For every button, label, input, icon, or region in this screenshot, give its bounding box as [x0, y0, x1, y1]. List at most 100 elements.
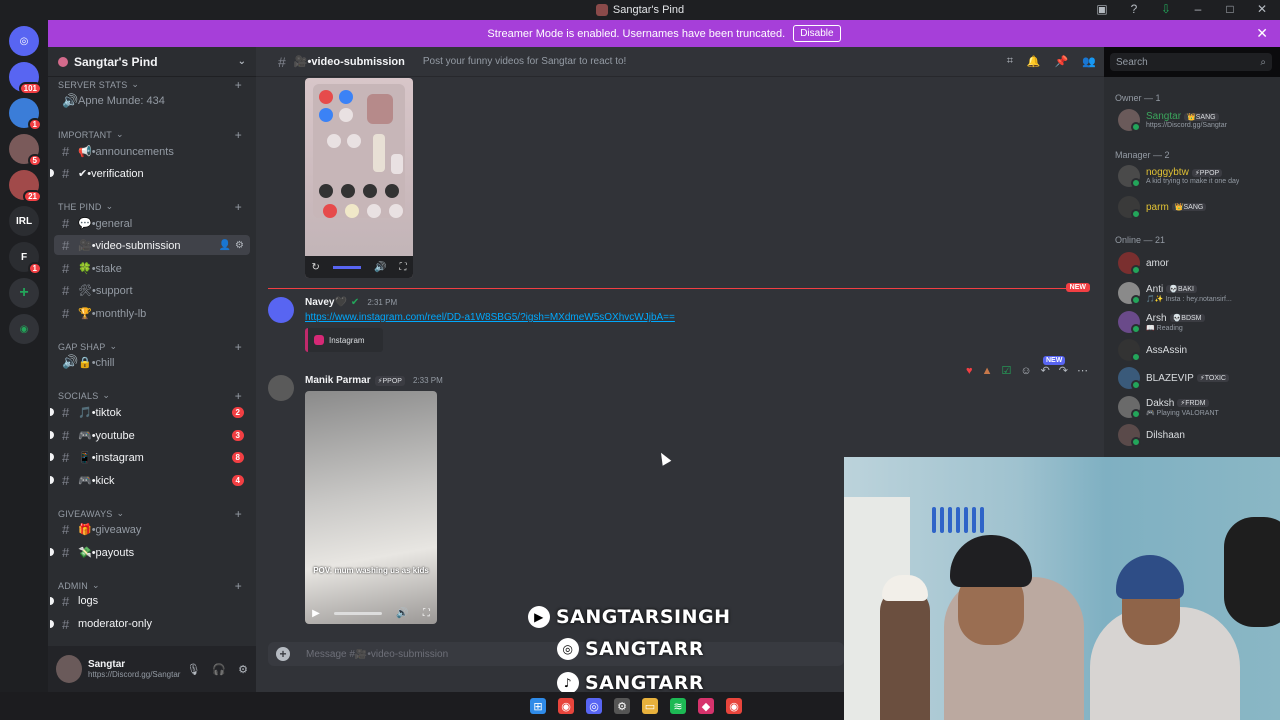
reply-icon[interactable]: ↶	[1041, 364, 1050, 377]
server-icon-1[interactable]: 1	[9, 98, 42, 131]
channel-item[interactable]: # moderator-only	[50, 614, 250, 634]
mic-icon[interactable]: 🎙	[186, 663, 200, 676]
more-icon[interactable]: ⋯	[1077, 364, 1088, 377]
member-item[interactable]: Arsh 💀BDSM 📖 Reading	[1118, 309, 1278, 335]
member-item[interactable]: Daksh ⚡FRDM 🎮 Playing VALORANT	[1118, 394, 1278, 420]
member-item[interactable]: amor	[1118, 250, 1278, 276]
channel-item[interactable]: # logs	[50, 591, 250, 611]
category-1[interactable]: IMPORTANT ⌄ +	[58, 128, 248, 142]
minimize-button[interactable]: –	[1190, 2, 1206, 16]
windows-start-icon[interactable]: ⊞	[530, 698, 546, 714]
avatar[interactable]	[56, 655, 82, 683]
fullscreen-icon[interactable]: ⛶	[399, 262, 406, 273]
video-attachment[interactable]: ↻ 🔊 ⛶	[305, 78, 413, 278]
member-item[interactable]: BLAZEVIP ⚡TOXIC	[1118, 365, 1278, 391]
category-4[interactable]: Socials ⌄ +	[58, 389, 248, 403]
close-icon[interactable]: ✕	[1256, 25, 1268, 42]
category-3[interactable]: Gap Shap ⌄ +	[58, 340, 248, 354]
category-5[interactable]: Giveaways ⌄ +	[58, 507, 248, 521]
add-channel-icon[interactable]: +	[235, 78, 242, 92]
discord-home-icon[interactable]: ◎	[9, 26, 39, 56]
channel-item[interactable]: # 🎵•tiktok 2	[50, 402, 250, 422]
category-0[interactable]: SERVER STATS ⌄ +	[58, 78, 248, 92]
member-item[interactable]: Dilshaan	[1118, 422, 1278, 448]
chrome-alt-icon[interactable]: ◉	[726, 698, 742, 714]
message-link[interactable]: https://www.instagram.com/reel/DD-a1W8SB…	[305, 312, 675, 323]
server-icon-0[interactable]: 101	[9, 62, 42, 95]
fullscreen-icon[interactable]: ⛶	[423, 608, 430, 619]
inbox-icon[interactable]: ▣	[1094, 2, 1110, 16]
gear-icon[interactable]: ⚙	[235, 240, 244, 251]
maximize-button[interactable]: □	[1222, 2, 1238, 16]
channel-item[interactable]: # 📱•instagram 8	[50, 447, 250, 467]
discover-icon[interactable]: ◉	[9, 314, 39, 344]
server-icon-2[interactable]: 5	[9, 134, 42, 167]
instagram-embed[interactable]: Instagram	[305, 328, 383, 352]
add-channel-icon[interactable]: +	[235, 200, 242, 214]
add-reaction-icon[interactable]: ☺	[1020, 365, 1031, 377]
video-attachment[interactable]: POV: mum washing us as kids ▶ 🔊 ⛶	[305, 391, 437, 624]
message-composer[interactable]: +	[268, 642, 844, 666]
add-attachment-icon[interactable]: +	[276, 647, 290, 661]
channel-item[interactable]: 🔊 Apne Munde: 434	[54, 91, 250, 111]
server-icon-5[interactable]: F1	[9, 242, 42, 275]
search-box[interactable]: ⌕	[1110, 53, 1272, 71]
threads-icon[interactable]: ⌗	[1007, 55, 1013, 68]
avatar[interactable]	[268, 375, 294, 401]
chrome-icon[interactable]: ◉	[558, 698, 574, 714]
member-item[interactable]: parm 👑SANG	[1118, 194, 1278, 220]
download-icon[interactable]: ⇩	[1158, 2, 1174, 16]
members-icon[interactable]: 👥	[1082, 55, 1096, 68]
discord-icon[interactable]: ◎	[586, 698, 602, 714]
server-icon-4[interactable]: IRL	[9, 206, 39, 236]
gear-icon[interactable]: ⚙	[238, 663, 248, 676]
volume-icon[interactable]: 🔊	[396, 608, 408, 619]
channel-item[interactable]: 🔊 🔒•chill	[54, 352, 250, 372]
member-item[interactable]: AssAssin	[1118, 337, 1278, 363]
member-item[interactable]: noggybtw ⚡PPOP A kid trying to make it one…	[1118, 163, 1278, 189]
help-icon[interactable]: ?	[1126, 2, 1142, 16]
add-channel-icon[interactable]: +	[235, 128, 242, 142]
heart-reaction-icon[interactable]: ♥	[966, 365, 973, 377]
server-header[interactable]: Sangtar's Pind ⌄	[48, 47, 256, 77]
add-channel-icon[interactable]: +	[235, 389, 242, 403]
channel-item[interactable]: # 🎁•giveaway	[54, 519, 250, 539]
spotify-icon[interactable]: ≋	[670, 698, 686, 714]
add-server-icon[interactable]: +	[9, 278, 39, 308]
channel-item[interactable]: # 📢•announcements	[54, 141, 250, 161]
folder-icon[interactable]: ▭	[642, 698, 658, 714]
volume-slider[interactable]	[332, 265, 361, 269]
disable-button[interactable]: Disable	[793, 25, 841, 42]
channel-item[interactable]: # 🏆•monthly-lb	[54, 303, 250, 323]
member-item[interactable]: Sangtar 👑SANG https://Discord.gg/Sangtar	[1118, 107, 1278, 133]
channel-item[interactable]: # 🛠•support	[54, 280, 250, 300]
app-icon[interactable]: ◆	[698, 698, 714, 714]
progress-bar[interactable]	[334, 611, 382, 615]
category-2[interactable]: The Pind ⌄ +	[58, 200, 248, 214]
channel-item[interactable]: # 💬•general	[54, 213, 250, 233]
poop-reaction-icon[interactable]: ▲	[982, 365, 993, 377]
category-6[interactable]: ADMIN ⌄ +	[58, 579, 248, 593]
channel-item[interactable]: # 🎮•kick 4	[50, 470, 250, 490]
channel-item[interactable]: # ✔•verification	[50, 163, 250, 183]
channel-item[interactable]: # 💸•payouts	[50, 542, 250, 562]
replay-icon[interactable]: ↻	[312, 262, 320, 273]
bell-icon[interactable]: 🔔	[1027, 55, 1041, 68]
server-icon-3[interactable]: 21	[9, 170, 42, 203]
check-reaction-icon[interactable]: ☑	[1001, 364, 1011, 377]
channel-item[interactable]: # 🎮•youtube 3	[50, 425, 250, 445]
message-author[interactable]: Navey🖤	[305, 297, 347, 308]
settings-icon[interactable]: ⚙	[614, 698, 630, 714]
search-input[interactable]	[1116, 56, 1246, 68]
member-item[interactable]: Anti 💀BAKI 🎵✨ Insta : hey.notansirf...	[1118, 280, 1278, 306]
volume-icon[interactable]: 🔊	[374, 262, 386, 273]
pin-icon[interactable]: 📌	[1055, 55, 1069, 68]
message-author[interactable]: Manik Parmar	[305, 375, 371, 386]
channel-item[interactable]: # 🎥•video-submission 👤 ⚙	[54, 235, 250, 255]
invite-icon[interactable]: 👤	[219, 240, 231, 251]
avatar[interactable]	[268, 297, 294, 323]
play-icon[interactable]: ▶	[312, 608, 320, 619]
close-window-button[interactable]: ✕	[1254, 2, 1270, 16]
channel-item[interactable]: # 🍀•stake	[54, 258, 250, 278]
forward-icon[interactable]: ↷	[1059, 364, 1068, 377]
